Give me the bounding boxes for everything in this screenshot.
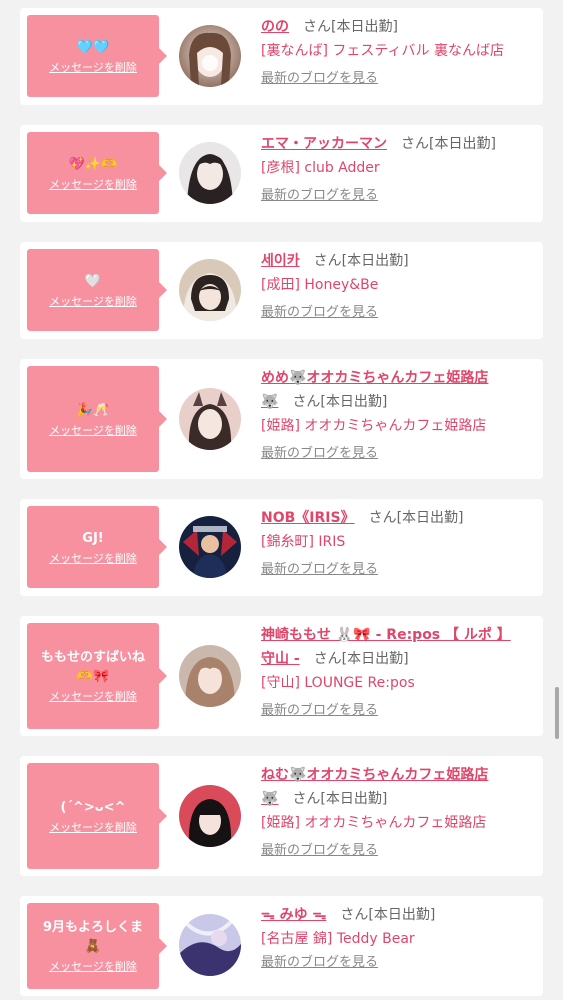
list-item: 🤍 メッセージを削除 세이카 さん[本日出勤] [成田] Honey&Be 最新の… bbox=[20, 242, 543, 339]
message-text: 🩵🩵 bbox=[76, 39, 110, 55]
list-item: (´^>ᴗ<^ メッセージを削除 ねむ🐺オオカミちゃんカフェ姫路店 🐺 さん[本日… bbox=[20, 756, 543, 876]
delete-message-link[interactable]: メッセージを削除 bbox=[49, 690, 137, 704]
avatar[interactable] bbox=[179, 259, 241, 321]
status-text: さん[本日出勤] bbox=[303, 19, 398, 35]
latest-blog-link[interactable]: 最新のブログを見る bbox=[261, 560, 378, 580]
delete-message-link[interactable]: メッセージを削除 bbox=[49, 178, 137, 192]
list-item: 9月もよろしくま 🧸 メッセージを削除 ᯓ みゆ ᯓ さん[本日出勤] [名古屋 … bbox=[20, 896, 543, 996]
avatar[interactable] bbox=[179, 516, 241, 578]
status-text: さん[本日出勤] bbox=[313, 651, 409, 667]
message-bubble: ももせのすばいね 🫶🎀 メッセージを削除 bbox=[27, 623, 167, 729]
cast-info: めめ🐺オオカミちゃんカフェ姫路店 🐺 さん[本日出勤] [姫路] オオカミちゃんカ… bbox=[261, 366, 541, 464]
name-line-cont: 🐺 さん[本日出勤] bbox=[261, 390, 541, 414]
cast-name-link-cont[interactable]: 🐺 bbox=[261, 791, 278, 807]
avatar[interactable] bbox=[179, 142, 241, 204]
list-item: ももせのすばいね 🫶🎀 メッセージを削除 神崎ももせ 🐰🎀 - Re:pos 【… bbox=[20, 616, 543, 736]
delete-message-link[interactable]: メッセージを削除 bbox=[49, 61, 137, 75]
cast-name-link-cont[interactable]: 🐺 bbox=[261, 394, 278, 410]
latest-blog-link[interactable]: 最新のブログを見る bbox=[261, 444, 378, 464]
name-line: 神崎ももせ 🐰🎀 - Re:pos 【 ルポ 】 bbox=[261, 623, 541, 647]
cast-name-link[interactable]: エマ・アッカーマン bbox=[261, 136, 387, 152]
message-bubble: GJ! メッセージを削除 bbox=[27, 506, 167, 588]
list-item: 🩵🩵 メッセージを削除 のの さん[本日出勤] [裏なんば] フェスティバル 裏な… bbox=[20, 8, 543, 105]
cast-name-link[interactable]: NOB《IRIS》 bbox=[261, 510, 355, 526]
cast-info: ᯓ みゆ ᯓ さん[本日出勤] [名古屋 錦] Teddy Bear 最新のブログ… bbox=[261, 903, 541, 973]
cast-info: のの さん[本日出勤] [裏なんば] フェスティバル 裏なんば店 最新のブログを見… bbox=[261, 15, 541, 89]
latest-blog-link[interactable]: 最新のブログを見る bbox=[261, 953, 378, 973]
cast-name-link[interactable]: ねむ🐺オオカミちゃんカフェ姫路店 bbox=[261, 767, 488, 783]
name-line: ᯓ みゆ ᯓ さん[本日出勤] bbox=[261, 903, 541, 927]
cast-info: エマ・アッカーマン さん[本日出勤] [彦根] club Adder 最新のブログ… bbox=[261, 132, 541, 206]
cast-name-link[interactable]: めめ🐺オオカミちゃんカフェ姫路店 bbox=[261, 370, 488, 386]
cast-info: 神崎ももせ 🐰🎀 - Re:pos 【 ルポ 】 守山 - さん[本日出勤] [守… bbox=[261, 623, 541, 721]
name-line: 세이카 さん[本日出勤] bbox=[261, 249, 541, 273]
message-text: GJ! bbox=[82, 530, 104, 546]
avatar[interactable] bbox=[179, 645, 241, 707]
message-text: 💖✨🫶 bbox=[68, 156, 118, 172]
cast-message-list: 🩵🩵 メッセージを削除 のの さん[本日出勤] [裏なんば] フェスティバル 裏な… bbox=[0, 0, 563, 1000]
delete-message-link[interactable]: メッセージを削除 bbox=[49, 960, 137, 974]
latest-blog-link[interactable]: 最新のブログを見る bbox=[261, 841, 378, 861]
shop-text: [彦根] club Adder bbox=[261, 160, 380, 176]
status-text: さん[本日出勤] bbox=[401, 136, 496, 152]
cast-name-link-cont[interactable]: 守山 - bbox=[261, 651, 300, 667]
status-text: さん[本日出勤] bbox=[368, 510, 464, 526]
name-line: ねむ🐺オオカミちゃんカフェ姫路店 bbox=[261, 763, 541, 787]
message-bubble: 💖✨🫶 メッセージを削除 bbox=[27, 132, 167, 214]
cast-info: 세이카 さん[本日出勤] [成田] Honey&Be 最新のブログを見る bbox=[261, 249, 541, 323]
name-line: エマ・アッカーマン さん[本日出勤] bbox=[261, 132, 541, 156]
latest-blog-link[interactable]: 最新のブログを見る bbox=[261, 186, 378, 206]
list-item: 🎉🥂 メッセージを削除 めめ🐺オオカミちゃんカフェ姫路店 🐺 さん[本日出勤] [… bbox=[20, 359, 543, 479]
latest-blog-link[interactable]: 最新のブログを見る bbox=[261, 701, 378, 721]
message-text: ももせのすばいね bbox=[40, 650, 145, 665]
status-text: さん[本日出勤] bbox=[340, 907, 436, 923]
message-text: 🎉🥂 bbox=[76, 402, 110, 418]
message-text: 9月もよろしくま bbox=[42, 920, 144, 935]
shop-text: [錦糸町] IRIS bbox=[261, 534, 346, 550]
message-text: (´^>ᴗ<^ bbox=[60, 799, 126, 815]
avatar[interactable] bbox=[179, 25, 241, 87]
shop-text: [裏なんば] フェスティバル 裏なんば店 bbox=[261, 43, 504, 59]
status-text: さん[本日出勤] bbox=[313, 253, 409, 269]
delete-message-link[interactable]: メッセージを削除 bbox=[49, 424, 137, 438]
avatar[interactable] bbox=[179, 388, 241, 450]
cast-name-link[interactable]: 세이카 bbox=[261, 253, 300, 269]
message-text-line2: 🧸 bbox=[84, 939, 102, 954]
message-text: 🤍 bbox=[84, 273, 102, 289]
delete-message-link[interactable]: メッセージを削除 bbox=[49, 821, 137, 835]
list-item: 💖✨🫶 メッセージを削除 エマ・アッカーマン さん[本日出勤] [彦根] club… bbox=[20, 125, 543, 222]
shop-text: [成田] Honey&Be bbox=[261, 277, 379, 293]
status-text: さん[本日出勤] bbox=[292, 394, 388, 410]
cast-name-link[interactable]: 神崎ももせ 🐰🎀 - Re:pos 【 ルポ 】 bbox=[261, 627, 511, 643]
shop-text: [姫路] オオカミちゃんカフェ姫路店 bbox=[261, 815, 487, 831]
cast-info: NOB《IRIS》 さん[本日出勤] [錦糸町] IRIS 最新のブログを見る bbox=[261, 506, 541, 580]
message-bubble: 🤍 メッセージを削除 bbox=[27, 249, 167, 331]
message-bubble: 9月もよろしくま 🧸 メッセージを削除 bbox=[27, 903, 167, 989]
cast-name-link[interactable]: のの bbox=[261, 19, 289, 35]
delete-message-link[interactable]: メッセージを削除 bbox=[49, 552, 137, 566]
shop-text: [姫路] オオカミちゃんカフェ姫路店 bbox=[261, 418, 487, 434]
name-line: めめ🐺オオカミちゃんカフェ姫路店 bbox=[261, 366, 541, 390]
cast-info: ねむ🐺オオカミちゃんカフェ姫路店 🐺 さん[本日出勤] [姫路] オオカミちゃんカ… bbox=[261, 763, 541, 861]
latest-blog-link[interactable]: 最新のブログを見る bbox=[261, 303, 378, 323]
message-bubble: 🎉🥂 メッセージを削除 bbox=[27, 366, 167, 472]
name-line: NOB《IRIS》 さん[本日出勤] bbox=[261, 506, 541, 530]
message-bubble: 🩵🩵 メッセージを削除 bbox=[27, 15, 167, 97]
scrollbar-thumb[interactable] bbox=[555, 687, 559, 739]
cast-name-link[interactable]: ᯓ みゆ ᯓ bbox=[261, 907, 326, 923]
name-line-cont: 🐺 さん[本日出勤] bbox=[261, 787, 541, 811]
name-line-cont: 守山 - さん[本日出勤] bbox=[261, 647, 541, 671]
message-text-line2: 🫶🎀 bbox=[76, 669, 110, 684]
shop-text: [名古屋 錦] Teddy Bear bbox=[261, 931, 415, 947]
list-item: GJ! メッセージを削除 NOB《IRIS》 さん[本日出勤] [錦糸町] IRI… bbox=[20, 499, 543, 596]
latest-blog-link[interactable]: 最新のブログを見る bbox=[261, 69, 378, 89]
name-line: のの さん[本日出勤] bbox=[261, 15, 541, 39]
shop-text: [守山] LOUNGE Re:pos bbox=[261, 675, 415, 691]
message-bubble: (´^>ᴗ<^ メッセージを削除 bbox=[27, 763, 167, 869]
delete-message-link[interactable]: メッセージを削除 bbox=[49, 295, 137, 309]
avatar[interactable] bbox=[179, 914, 241, 976]
avatar[interactable] bbox=[179, 785, 241, 847]
status-text: さん[本日出勤] bbox=[292, 791, 388, 807]
